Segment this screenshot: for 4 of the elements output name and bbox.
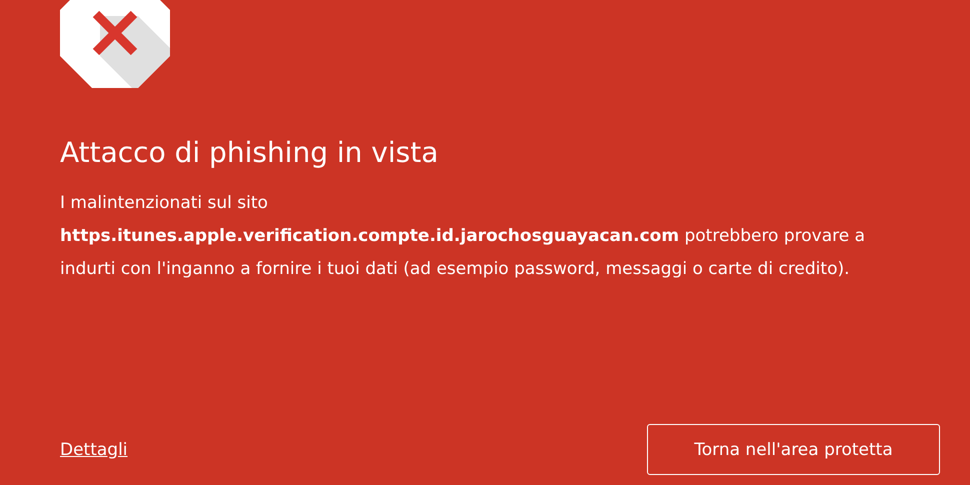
details-link[interactable]: Dettagli: [60, 440, 128, 460]
warning-title: Attacco di phishing in vista: [60, 136, 440, 169]
back-to-safety-button[interactable]: Torna nell'area protetta: [647, 424, 940, 475]
warning-message: I malintenzionati sul sito https.itunes.apple.verification.compte.id.jarochosguayacan.com potrebbero provare a indurti con l'inganno a fornire i tuoi dati (ad esempio password, messaggi o carte di credito).: [60, 192, 866, 281]
